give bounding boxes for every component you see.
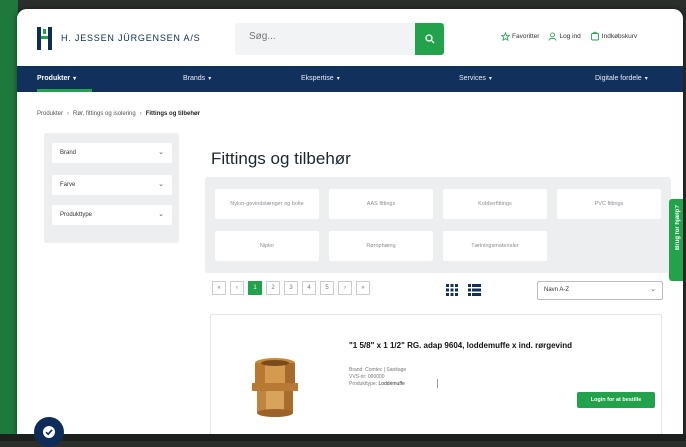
header-links: Favoritter Log ind Indkøbskurv [501, 31, 637, 41]
breadcrumb-separator: › [139, 111, 142, 117]
filter-panel: Brand ⌄ Farve ⌄ Produkttype ⌄ [44, 133, 179, 243]
product-type-value: Loddemuffe [378, 381, 405, 387]
quantity-divider [437, 379, 438, 388]
nav-label: Brands [183, 75, 206, 82]
breadcrumb: Produkter › Rør, fittings og isolering › Fit… [37, 111, 200, 117]
chevron-down-icon: ⌄ [650, 286, 656, 293]
search-input[interactable] [249, 31, 409, 42]
page-button[interactable]: 4 [302, 281, 316, 295]
page-first-button[interactable]: « [212, 281, 226, 295]
cart-label: Indkøbskurv [601, 32, 638, 40]
product-type-label: Produkttype: [349, 381, 378, 387]
chevron-down-icon: ▾ [644, 76, 648, 82]
background-green-panel [0, 0, 18, 441]
filter-product-type[interactable]: Produkttype ⌄ [52, 205, 172, 225]
chevron-down-icon: ⌄ [158, 181, 164, 188]
browser-viewport: H. JESSEN JÜRGENSEN A/S Favoritter Log i… [17, 9, 683, 434]
page-last-button[interactable]: » [356, 281, 370, 295]
filter-label: Farve [60, 182, 76, 188]
search-icon [424, 34, 434, 44]
product-brand: Brand: Comtec | Sanitage [349, 367, 407, 373]
filter-color[interactable]: Farve ⌄ [52, 175, 172, 195]
breadcrumb-level2[interactable]: Rør, fittings og isolering [73, 111, 136, 117]
chevron-down-icon: ▾ [73, 76, 77, 82]
product-title[interactable]: "1 5/8" x 1 1/2" RG. adap 9604, loddemuf… [349, 341, 572, 350]
page-button[interactable]: 3 [284, 281, 298, 295]
favorites-link[interactable]: Favoritter [501, 31, 540, 41]
search-button[interactable] [415, 23, 444, 55]
main-nav: Produkter ▾ Brands ▾ Ekspertise ▾ Services ▾… [17, 66, 683, 92]
product-type: Produkttype: Loddemuffe [349, 381, 406, 388]
star-icon [501, 31, 510, 41]
page-title: Fittings og tilbehør [211, 149, 351, 168]
category-tile[interactable]: Kobberfittings [443, 189, 547, 219]
filter-brand[interactable]: Brand ⌄ [52, 143, 172, 163]
chevron-down-icon: ▾ [488, 76, 492, 82]
nav-label: Ekspertise [301, 75, 334, 82]
login-to-order-button[interactable]: Login for at bestille [577, 392, 655, 408]
filter-label: Brand [60, 150, 77, 156]
category-tile[interactable]: PVC fittings [557, 189, 661, 219]
chevron-down-icon: ▾ [208, 76, 212, 82]
cart-link[interactable]: Indkøbskurv [590, 31, 637, 41]
login-label: Log ind [559, 32, 581, 40]
chevron-down-icon: ▾ [336, 76, 340, 82]
chat-button[interactable] [34, 417, 64, 447]
logo-icon[interactable] [36, 26, 54, 51]
grid-view-icon[interactable] [446, 284, 458, 296]
page-prev-button[interactable]: ‹ [230, 281, 244, 295]
screen-bottom-frame [0, 434, 686, 441]
nav-active-indicator [37, 89, 92, 92]
list-view-icon[interactable] [468, 284, 481, 296]
category-tile[interactable]: Nylon-gevindstænger og bolte [215, 189, 319, 219]
page-button[interactable]: 5 [320, 281, 334, 295]
search-box [235, 23, 432, 55]
page-next-button[interactable]: › [338, 281, 352, 295]
page-button[interactable]: 2 [266, 281, 280, 295]
product-sku: VVS-nr: 000000 [349, 374, 385, 380]
breadcrumb-current: Fittings og tilbehør [145, 111, 201, 117]
breadcrumb-separator: › [67, 111, 70, 117]
nav-item-expertise[interactable]: Ekspertise ▾ [301, 75, 340, 82]
help-tab[interactable]: Brug for hjælp? [669, 199, 683, 281]
page-button[interactable]: 1 [248, 281, 262, 295]
nav-item-brands[interactable]: Brands ▾ [183, 75, 211, 82]
category-tile[interactable]: Nipler [215, 231, 319, 261]
checkmark-shield-icon [43, 426, 55, 438]
chevron-down-icon: ⌄ [158, 211, 164, 218]
nav-item-services[interactable]: Services ▾ [459, 75, 492, 82]
pagination: « ‹ 1 2 3 4 5 › » [212, 281, 370, 295]
cart-icon [590, 31, 599, 41]
brand-name[interactable]: H. JESSEN JÜRGENSEN A/S [61, 33, 200, 43]
nav-label: Digitale fordele [595, 75, 642, 82]
sort-select[interactable]: Navn A-Z ⌄ [537, 281, 663, 300]
sort-value: Navn A-Z [544, 287, 570, 293]
nav-item-digital[interactable]: Digitale fordele ▾ [595, 75, 648, 82]
nav-item-products[interactable]: Produkter ▾ [37, 75, 76, 82]
login-link[interactable]: Log ind [548, 31, 581, 41]
breadcrumb-home[interactable]: Produkter [37, 111, 63, 117]
category-tile[interactable]: Rørophæng [329, 231, 433, 261]
nav-label: Produkter [37, 75, 71, 82]
chevron-down-icon: ⌄ [158, 149, 164, 156]
category-tile[interactable]: Tætningsmaterialer [443, 231, 547, 261]
nav-label: Services [459, 75, 486, 82]
user-icon [548, 31, 557, 41]
help-tab-label: Brug for hjælp? [675, 205, 681, 250]
favorites-label: Favoritter [512, 32, 540, 40]
site-header: H. JESSEN JÜRGENSEN A/S Favoritter Log i… [17, 9, 683, 66]
product-image[interactable] [249, 357, 301, 417]
product-meta: Brand: Comtec | Sanitage VVS-nr: 000000 … [349, 367, 406, 388]
category-grid: Nylon-gevindstænger og bolte AAS fitting… [205, 177, 671, 273]
filter-label: Produkttype [60, 212, 93, 218]
category-tile[interactable]: AAS fittings [329, 189, 433, 219]
